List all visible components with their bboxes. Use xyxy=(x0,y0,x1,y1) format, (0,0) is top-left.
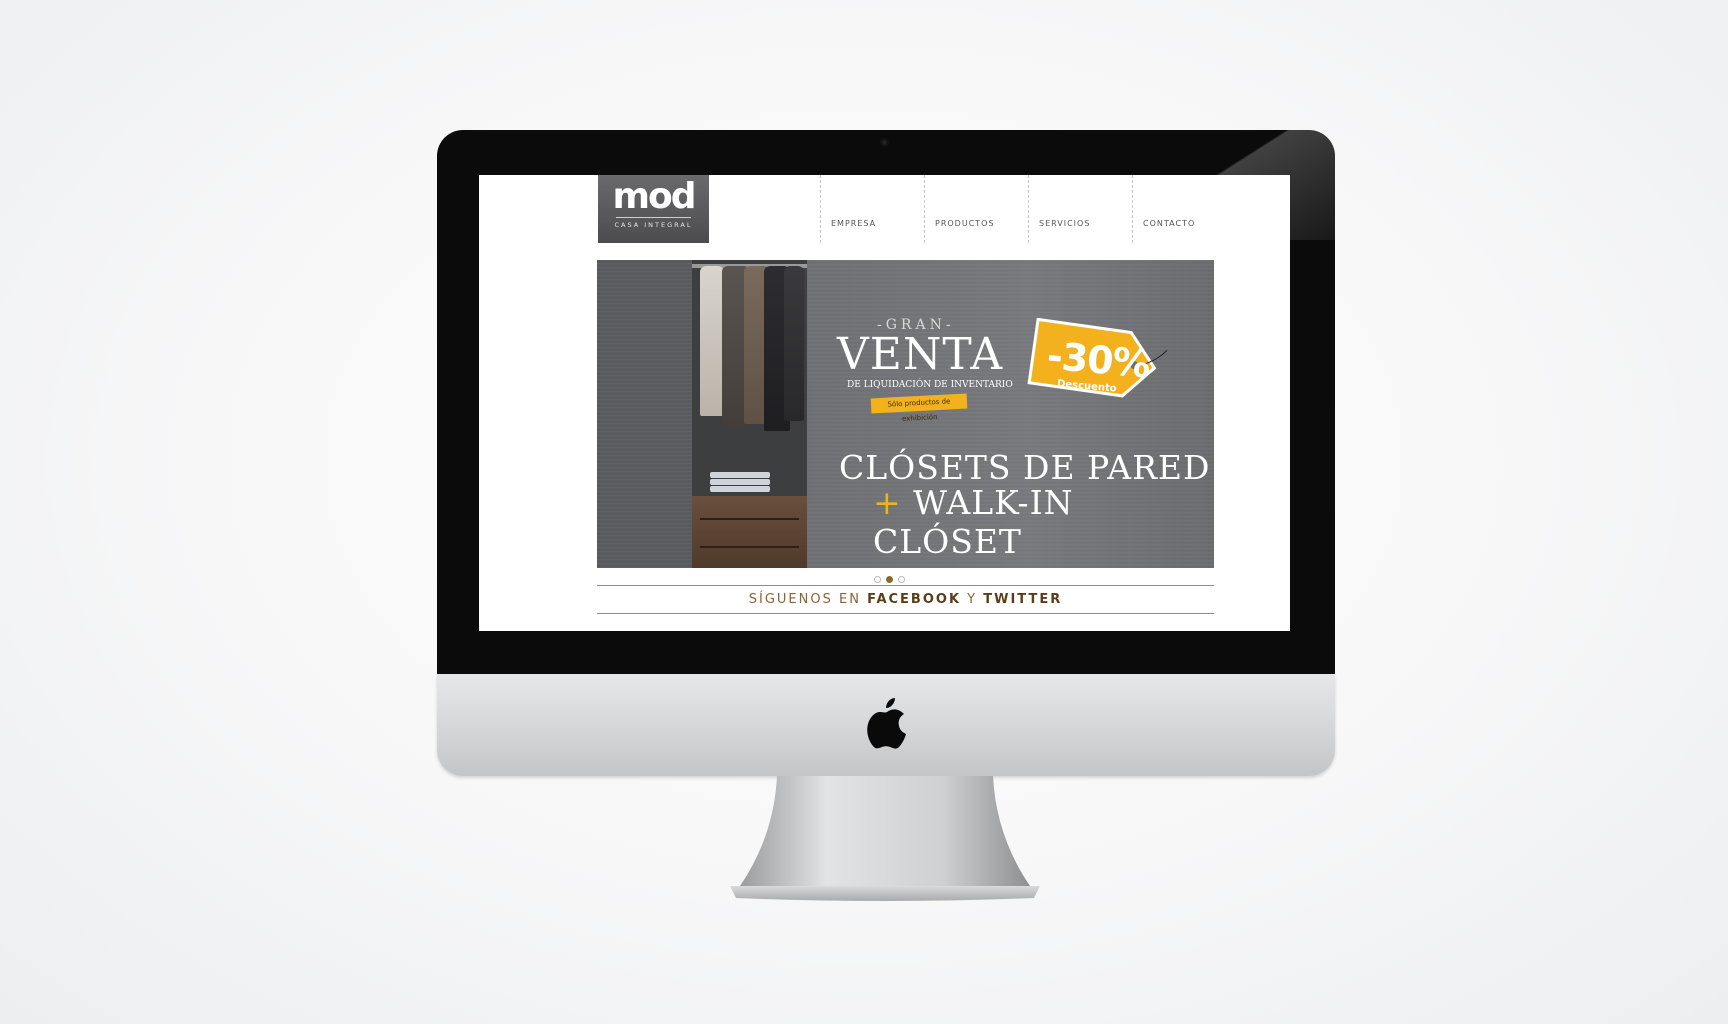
slider-dot-3[interactable] xyxy=(898,576,905,583)
nav-item-contacto[interactable]: CONTACTO xyxy=(1132,175,1236,243)
drawer-handle xyxy=(700,518,799,520)
plus-sign: + xyxy=(873,483,902,522)
logo-word: mod xyxy=(612,176,696,217)
nav-label: EMPRESA xyxy=(831,219,877,228)
hero-line2-text: WALK-IN CLÓSET xyxy=(873,483,1074,561)
hero-line2: + WALK-IN CLÓSET xyxy=(873,483,1214,561)
divider-top xyxy=(597,585,1214,586)
hero-banner[interactable]: -GRAN- VENTA DE LIQUIDACIÓN DE INVENTARI… xyxy=(597,260,1214,568)
nav-item-empresa[interactable]: EMPRESA xyxy=(820,175,924,243)
drawer-handle xyxy=(700,546,799,548)
slider-dot-1[interactable] xyxy=(874,576,881,583)
site-logo[interactable]: mod CASA INTEGRAL xyxy=(598,175,709,243)
logo-tagline: CASA INTEGRAL xyxy=(614,221,693,229)
folded-clothes xyxy=(710,472,770,478)
garment-white-shirt xyxy=(700,266,724,416)
hero-venta-sub: DE LIQUIDACIÓN DE INVENTARIO xyxy=(847,380,1013,390)
closet-door-panel xyxy=(597,260,692,568)
folded-clothes xyxy=(710,486,770,492)
nav-item-productos[interactable]: PRODUCTOS xyxy=(924,175,1028,243)
slider-dots xyxy=(874,576,905,583)
website-screen: mod CASA INTEGRAL EMPRESA PRODUCTOS SERV… xyxy=(479,175,1290,631)
closet-drawer xyxy=(692,496,807,568)
nav-label: CONTACTO xyxy=(1143,219,1196,228)
garment-suit xyxy=(784,266,804,421)
follow-and: Y xyxy=(967,592,978,607)
divider-bottom xyxy=(597,613,1214,614)
imac-stand xyxy=(730,776,1040,901)
facebook-link[interactable]: FACEBOOK xyxy=(867,592,961,607)
nav-label: PRODUCTOS xyxy=(935,219,995,228)
logo-rule xyxy=(616,217,691,218)
folded-clothes xyxy=(710,479,770,485)
camera-icon xyxy=(880,138,889,147)
imac-chin xyxy=(437,674,1335,776)
closet-image xyxy=(692,260,807,568)
nav-item-servicios[interactable]: SERVICIOS xyxy=(1028,175,1132,243)
twitter-link[interactable]: TWITTER xyxy=(983,592,1062,607)
follow-prefix: SÍGUENOS EN xyxy=(748,592,861,607)
slider-dot-2[interactable] xyxy=(886,576,893,583)
social-follow: SÍGUENOS EN FACEBOOK Y TWITTER xyxy=(597,592,1214,607)
main-nav: EMPRESA PRODUCTOS SERVICIOS CONTACTO xyxy=(820,175,1236,243)
hero-venta: VENTA xyxy=(837,329,1004,380)
nav-label: SERVICIOS xyxy=(1039,219,1091,228)
apple-icon xyxy=(867,698,906,749)
hero-line1: CLÓSETS DE PARED xyxy=(839,448,1211,487)
